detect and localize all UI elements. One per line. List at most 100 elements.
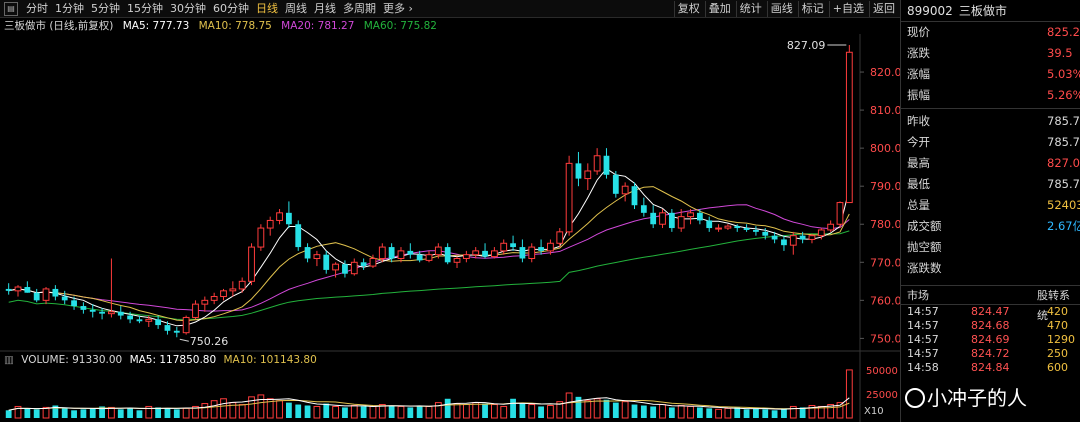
tool-button-2[interactable]: 统计 bbox=[735, 1, 765, 17]
volume-bar bbox=[715, 408, 722, 419]
quote-label: 最高 bbox=[907, 156, 930, 170]
market-label: 市场 bbox=[907, 289, 929, 302]
volume-bar bbox=[677, 405, 685, 419]
volume-bar bbox=[519, 403, 526, 418]
tick-volume: 1290 bbox=[1047, 333, 1075, 346]
tool-button-0[interactable]: 复权 bbox=[673, 1, 703, 17]
price-tick-label: 760.00 bbox=[870, 294, 900, 307]
candle-body bbox=[210, 296, 218, 301]
volume-bar bbox=[304, 405, 311, 418]
candle-body bbox=[416, 254, 423, 261]
tool-button-5[interactable]: +自选 bbox=[828, 1, 867, 17]
volume-bar bbox=[220, 398, 227, 419]
candle bbox=[173, 326, 180, 338]
candle-body bbox=[192, 303, 199, 318]
quote-row: 振幅 5.26% bbox=[901, 85, 1080, 106]
candle bbox=[155, 315, 162, 329]
volume-bar bbox=[753, 408, 759, 418]
candle-body bbox=[650, 212, 657, 225]
candle-body bbox=[229, 288, 237, 292]
candle bbox=[210, 292, 218, 305]
tool-button-4[interactable]: 标记 bbox=[797, 1, 827, 17]
candle-body bbox=[369, 257, 377, 267]
candle-body bbox=[781, 239, 787, 246]
period-tab-3[interactable]: 15分钟 bbox=[127, 2, 163, 16]
candle-body bbox=[388, 247, 395, 259]
candle bbox=[229, 281, 237, 297]
candle-body bbox=[538, 247, 544, 251]
tick-row: 14:58 824.84 600 bbox=[901, 361, 1080, 375]
volume-bar bbox=[136, 410, 143, 418]
volume-bar bbox=[706, 408, 713, 418]
tool-button-6[interactable]: 返回 bbox=[869, 1, 898, 17]
period-tabs: 分时 1分钟 5分钟 15分钟 30分钟 60分钟 日线 周线 月线 多周期 更多 › bbox=[26, 2, 420, 16]
candle bbox=[248, 243, 255, 286]
candle bbox=[5, 283, 12, 295]
period-tab-2[interactable]: 5分钟 bbox=[91, 2, 120, 16]
tool-button-1[interactable]: 叠加 bbox=[704, 1, 734, 17]
candle-body bbox=[127, 315, 133, 320]
period-tab-0[interactable]: 分时 bbox=[26, 2, 48, 16]
volume-value: VOLUME: 91330.00 bbox=[21, 354, 123, 366]
quote-row: 现价 825.2 bbox=[901, 22, 1080, 43]
volume-bar bbox=[342, 407, 348, 418]
volume-bar bbox=[668, 407, 675, 418]
candle bbox=[285, 201, 292, 229]
candle-body bbox=[677, 216, 685, 229]
ma20-value: MA20: 781.27 bbox=[281, 20, 355, 32]
candle-body bbox=[407, 250, 414, 255]
period-tab-10[interactable]: 更多 › bbox=[383, 2, 413, 16]
ma-legend: 三板做市 (日线,前复权) MA5: 777.73 MA10: 778.75 M… bbox=[4, 19, 443, 33]
volume-bar bbox=[547, 405, 554, 419]
candle-body bbox=[696, 212, 703, 221]
tool-button-3[interactable]: 画线 bbox=[766, 1, 796, 17]
quote-value: 785.7 bbox=[1047, 135, 1080, 149]
candle bbox=[397, 247, 405, 263]
quote-label: 最低 bbox=[907, 177, 930, 191]
volume-bar bbox=[155, 407, 162, 418]
period-tab-9[interactable]: 多周期 bbox=[343, 2, 376, 16]
period-tab-1[interactable]: 1分钟 bbox=[55, 2, 84, 16]
quote-label: 涨幅 bbox=[907, 67, 930, 81]
candle-body bbox=[173, 330, 180, 333]
candle-body bbox=[295, 224, 302, 248]
volume-bar bbox=[313, 405, 321, 419]
low-marker-line bbox=[179, 338, 189, 342]
candle bbox=[453, 256, 461, 268]
sidebar-toggle-icon[interactable]: ▤ bbox=[4, 2, 18, 16]
volume-bar bbox=[80, 409, 87, 418]
watermark: 小冲子的人 bbox=[905, 384, 1027, 412]
candle-body bbox=[462, 254, 470, 259]
candle-body bbox=[220, 290, 227, 298]
tick-row: 14:57 824.47 420 bbox=[901, 305, 1080, 319]
candle-body bbox=[61, 296, 68, 301]
volume-bar bbox=[425, 405, 433, 419]
quote-value: 825.2 bbox=[1047, 25, 1080, 39]
candle-body bbox=[789, 235, 797, 246]
ma60-value: MA60: 775.82 bbox=[363, 20, 437, 32]
period-tab-8[interactable]: 月线 bbox=[314, 2, 336, 16]
volume-bar bbox=[173, 409, 180, 418]
candle-body bbox=[734, 226, 741, 229]
candle-body bbox=[593, 155, 601, 172]
volume-tick-label: 50000 bbox=[866, 366, 898, 377]
candle bbox=[640, 197, 647, 217]
candle-body bbox=[24, 287, 31, 293]
quote-divider bbox=[901, 108, 1080, 109]
candle bbox=[444, 243, 451, 265]
volume-bar bbox=[528, 404, 536, 419]
tick-row: 14:57 824.72 250 bbox=[901, 347, 1080, 361]
volume-bar bbox=[631, 404, 638, 418]
ma10-value: MA10: 778.75 bbox=[198, 20, 272, 32]
candle-body bbox=[444, 247, 451, 263]
candle bbox=[323, 250, 330, 274]
period-tab-7[interactable]: 周线 bbox=[285, 2, 307, 16]
quote-row: 最低 785.7 bbox=[901, 174, 1080, 195]
period-tab-4[interactable]: 30分钟 bbox=[170, 2, 206, 16]
volume-bar bbox=[734, 407, 741, 418]
period-tab-5[interactable]: 60分钟 bbox=[213, 2, 249, 16]
candle bbox=[668, 209, 675, 232]
candle bbox=[238, 277, 246, 293]
quote-value: 5.03% bbox=[1047, 67, 1080, 81]
period-tab-6[interactable]: 日线 bbox=[256, 2, 278, 16]
